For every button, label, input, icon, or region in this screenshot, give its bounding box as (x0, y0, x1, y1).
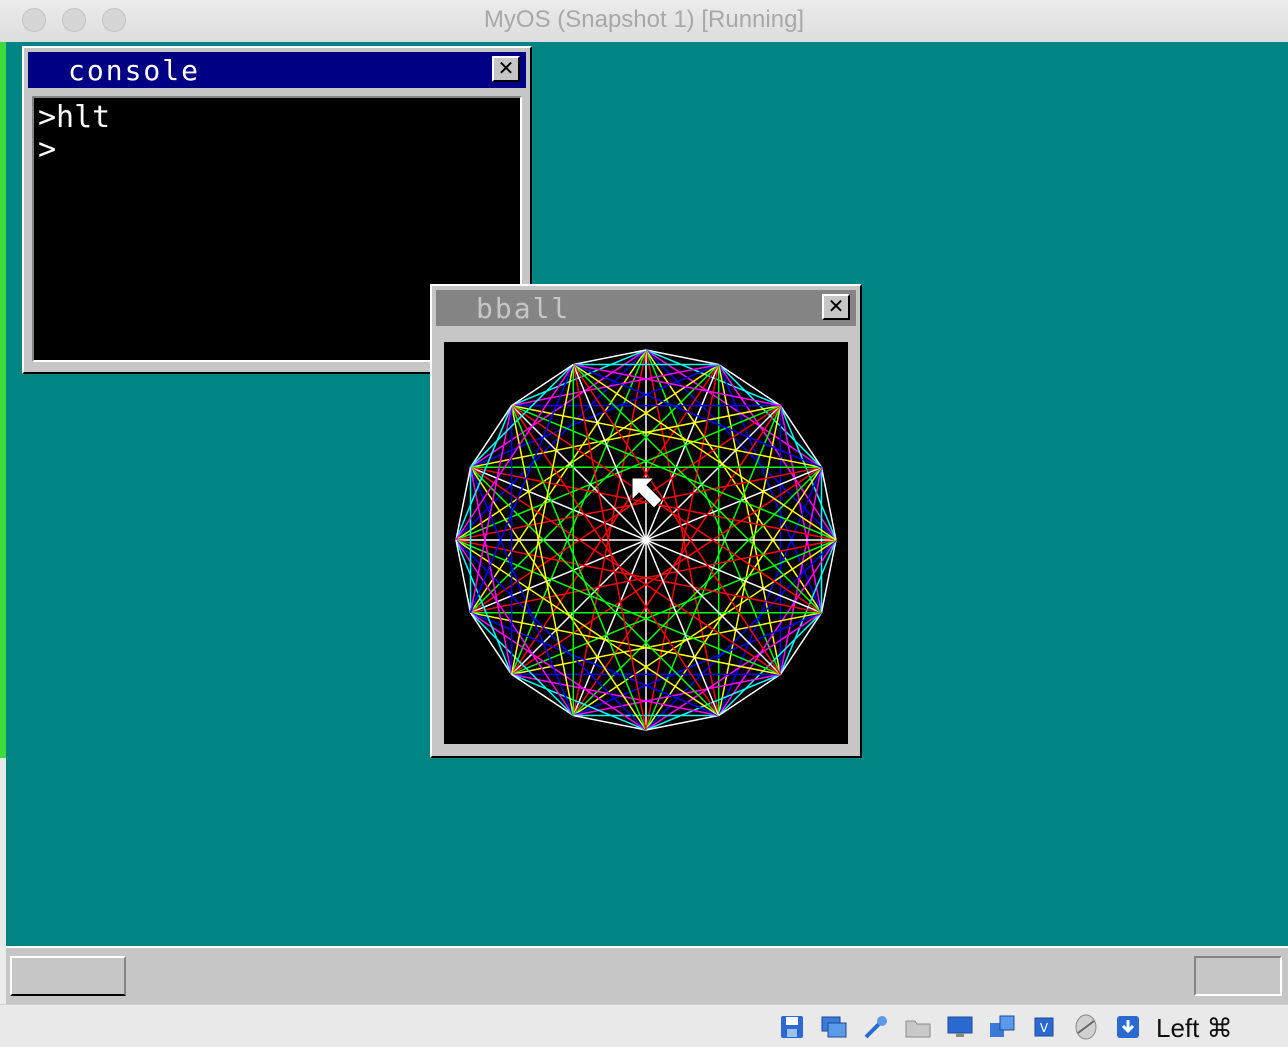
bball-titlebar[interactable]: bball ✕ (436, 290, 856, 326)
close-icon: ✕ (497, 56, 515, 80)
bball-star-drawing (455, 349, 837, 731)
network-icon[interactable] (988, 1013, 1016, 1041)
console-close-button[interactable]: ✕ (492, 56, 520, 82)
usb-icon[interactable] (862, 1013, 890, 1041)
bball-window[interactable]: bball ✕ (430, 284, 862, 758)
system-tray (1194, 956, 1282, 996)
start-button[interactable] (10, 956, 126, 996)
vm-status-bar: V Left ⌘ (0, 1004, 1288, 1047)
console-line: >hlt (38, 100, 111, 135)
bball-close-button[interactable]: ✕ (822, 294, 850, 320)
bball-title: bball (476, 292, 571, 325)
svg-text:V: V (1040, 1021, 1049, 1035)
window-titlebar[interactable]: MyOS (Snapshot 1) [Running] (0, 0, 1288, 43)
bball-canvas (444, 342, 848, 744)
console-title: console (68, 54, 201, 87)
shared-folder-icon[interactable] (904, 1013, 932, 1041)
console-titlebar[interactable]: console ✕ (28, 52, 526, 88)
window-title: MyOS (Snapshot 1) [Running] (483, 6, 805, 33)
mouse-integration-icon[interactable] (1072, 1013, 1100, 1041)
close-icon: ✕ (827, 294, 845, 318)
host-key-label: Left ⌘ (1156, 1013, 1233, 1043)
optical-drive-icon[interactable] (820, 1013, 848, 1041)
console-prompt: > (38, 132, 57, 167)
mouse-cursor-icon (631, 477, 663, 509)
display-icon[interactable] (946, 1013, 974, 1041)
keyboard-capture-icon[interactable] (1114, 1013, 1142, 1041)
guest-taskbar (6, 946, 1288, 1004)
hard-disk-icon[interactable] (778, 1013, 806, 1041)
cpu-icon[interactable]: V (1030, 1013, 1058, 1041)
